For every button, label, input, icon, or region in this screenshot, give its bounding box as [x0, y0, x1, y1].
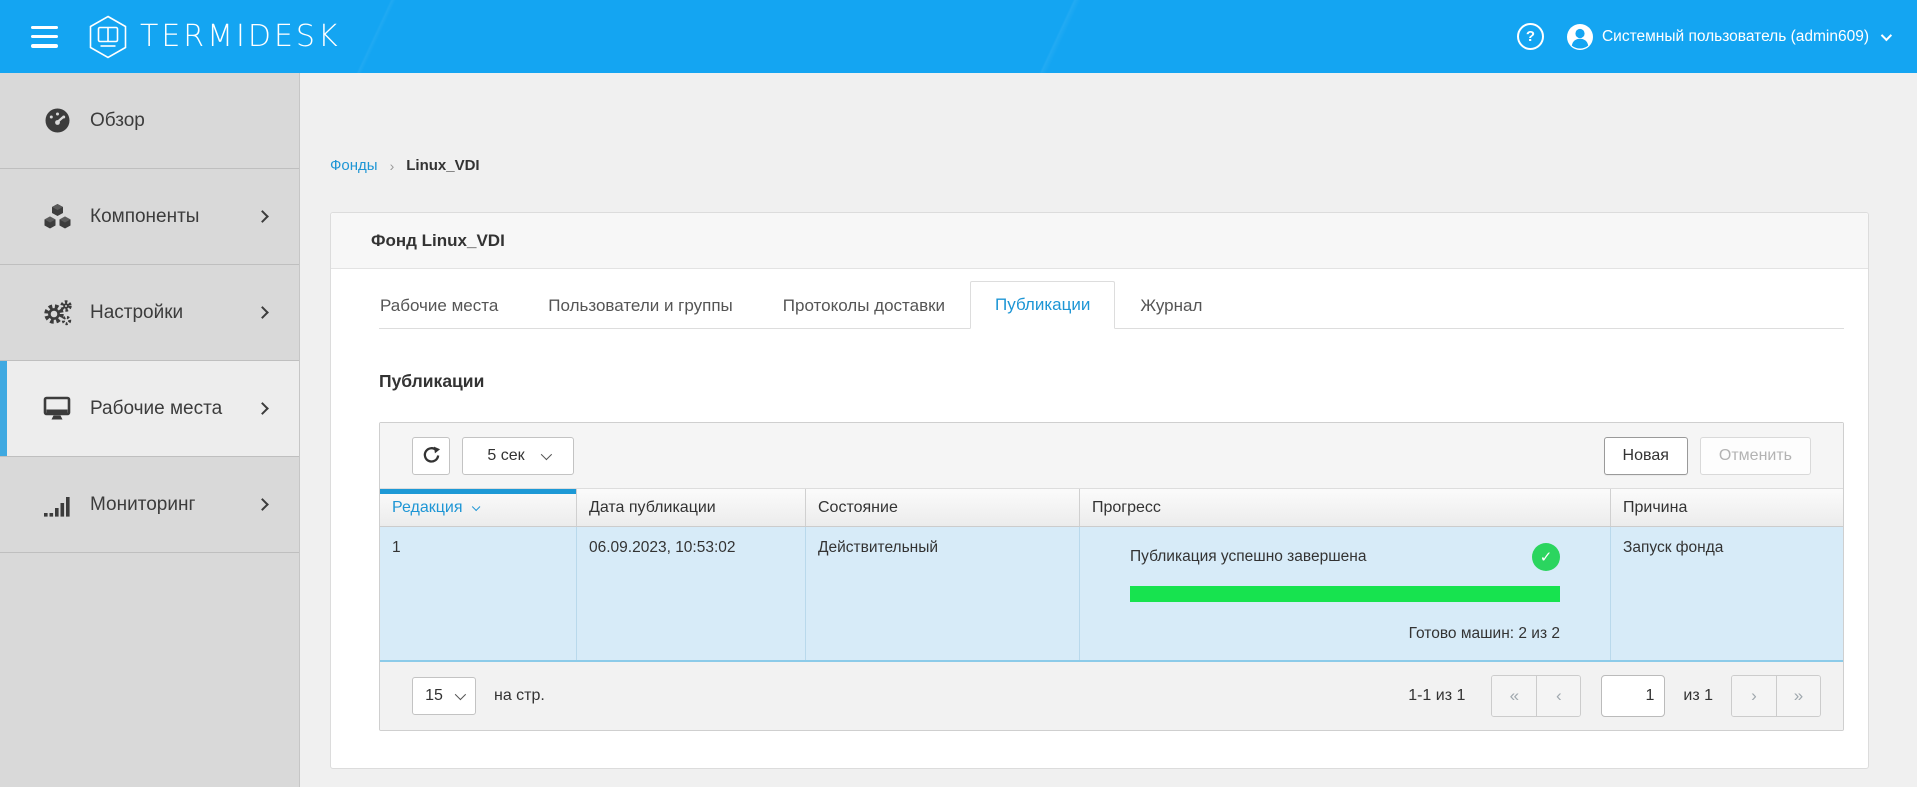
hamburger-menu-icon[interactable]: [31, 26, 58, 48]
help-icon[interactable]: ?: [1517, 23, 1544, 50]
chevron-right-icon: [256, 498, 269, 511]
sidebar-item-label: Обзор: [90, 110, 145, 132]
column-header-reason[interactable]: Причина: [1611, 489, 1843, 526]
prev-page-button[interactable]: ‹: [1536, 676, 1580, 716]
user-name: Системный пользователь (admin609): [1602, 28, 1869, 46]
chevron-right-icon: [256, 210, 269, 223]
chevron-right-icon: [256, 402, 269, 415]
progress-detail: Готово машин: 2 из 2: [1130, 625, 1560, 643]
sidebar-item-settings[interactable]: Настройки: [0, 265, 299, 361]
progress-message: Публикация успешно завершена: [1130, 548, 1366, 566]
sidebar-item-workplaces[interactable]: Рабочие места: [0, 361, 299, 457]
breadcrumb-link-funds[interactable]: Фонды: [330, 157, 378, 174]
app-window: TERMIDESK ? Системный пользователь (admi…: [0, 0, 1917, 787]
sidebar-item-monitoring[interactable]: Мониторинг: [0, 457, 299, 553]
chart-bars-icon: [42, 493, 72, 517]
chevron-down-icon: [540, 448, 551, 459]
next-page-button[interactable]: ›: [1732, 676, 1776, 716]
column-header-state[interactable]: Состояние: [806, 489, 1080, 526]
progress-bar: [1130, 586, 1560, 602]
column-header-progress[interactable]: Прогресс: [1080, 489, 1611, 526]
desktop-icon: [42, 396, 72, 422]
column-header-date[interactable]: Дата публикации: [577, 489, 806, 526]
sidebar-item-components[interactable]: Компоненты: [0, 169, 299, 265]
termidesk-hexagon-icon: [88, 15, 128, 59]
sidebar-item-label: Рабочие места: [90, 398, 222, 420]
refresh-button[interactable]: [412, 437, 450, 475]
sidebar-item-overview[interactable]: Обзор: [0, 73, 299, 169]
user-menu[interactable]: Системный пользователь (admin609): [1566, 23, 1889, 51]
breadcrumb-separator: ›: [390, 158, 395, 174]
sidebar: Обзор Компоненты: [0, 73, 300, 787]
cell-state: Действительный: [806, 527, 1080, 660]
brand-name: TERMIDESK: [140, 19, 341, 54]
tab-publications[interactable]: Публикации: [970, 281, 1115, 329]
card-header: Фонд Linux_VDI: [331, 213, 1868, 269]
last-page-button[interactable]: »: [1776, 676, 1820, 716]
sidebar-item-label: Компоненты: [90, 206, 199, 228]
page-size-value: 15: [425, 687, 443, 705]
tabs-bar: Рабочие места Пользователи и группы Прот…: [379, 281, 1844, 329]
cancel-publication-button[interactable]: Отменить: [1700, 437, 1811, 475]
tab-journal[interactable]: Журнал: [1115, 281, 1227, 329]
column-header-revision[interactable]: Редакция: [380, 489, 577, 526]
top-header: TERMIDESK ? Системный пользователь (admi…: [0, 0, 1917, 73]
sidebar-item-label: Настройки: [90, 302, 183, 324]
refresh-interval-value: 5 сек: [487, 447, 524, 465]
refresh-interval-select[interactable]: 5 сек: [462, 437, 574, 475]
cell-revision: 1: [380, 527, 577, 660]
check-circle-icon: ✓: [1532, 543, 1560, 571]
pagination-total: из 1: [1683, 687, 1713, 705]
chevron-down-icon: [1881, 29, 1892, 40]
main-content: Фонды › Linux_VDI Фонд Linux_VDI Рабочие…: [300, 73, 1917, 787]
breadcrumb-current: Linux_VDI: [406, 157, 479, 174]
progress-bar-fill: [1130, 586, 1560, 602]
page-size-label: на стр.: [494, 687, 545, 705]
pagination-range: 1-1 из 1: [1408, 687, 1465, 705]
new-publication-button[interactable]: Новая: [1604, 437, 1688, 475]
cell-date: 06.09.2023, 10:53:02: [577, 527, 806, 660]
tab-delivery-protocols[interactable]: Протоколы доставки: [758, 281, 970, 329]
fund-card: Фонд Linux_VDI Рабочие места Пользовател…: [330, 212, 1869, 769]
breadcrumb: Фонды › Linux_VDI: [330, 157, 1869, 174]
sidebar-item-label: Мониторинг: [90, 494, 195, 516]
first-page-button[interactable]: «: [1492, 676, 1536, 716]
chevron-down-icon: [455, 689, 466, 700]
user-avatar-icon: [1566, 23, 1594, 51]
sort-desc-icon: [471, 503, 479, 511]
tab-workplaces[interactable]: Рабочие места: [379, 281, 523, 329]
gears-icon: [42, 299, 72, 327]
publications-panel: 5 сек Новая Отменить: [379, 422, 1844, 731]
brand-logo[interactable]: TERMIDESK: [88, 15, 341, 59]
page-size-select[interactable]: 15: [412, 677, 476, 715]
tab-users-groups[interactable]: Пользователи и группы: [523, 281, 758, 329]
table-toolbar: 5 сек Новая Отменить: [380, 423, 1843, 489]
publications-table: Редакция Дата публикации Состояние Прогр…: [380, 489, 1843, 662]
table-row[interactable]: 1 06.09.2023, 10:53:02 Действительный Пу…: [380, 527, 1843, 662]
chevron-right-icon: [256, 306, 269, 319]
table-header-row: Редакция Дата публикации Состояние Прогр…: [380, 489, 1843, 527]
cubes-icon: [42, 204, 72, 230]
current-page-input[interactable]: [1601, 675, 1665, 717]
section-title: Публикации: [379, 371, 1844, 392]
cell-progress: Публикация успешно завершена ✓ Готово ма…: [1080, 527, 1611, 660]
table-footer: 15 на стр. 1-1 из 1 « ‹: [380, 662, 1843, 730]
dashboard-icon: [42, 107, 72, 134]
card-title: Фонд Linux_VDI: [371, 231, 505, 251]
cell-reason: Запуск фонда: [1611, 527, 1843, 660]
refresh-icon: [422, 446, 441, 465]
